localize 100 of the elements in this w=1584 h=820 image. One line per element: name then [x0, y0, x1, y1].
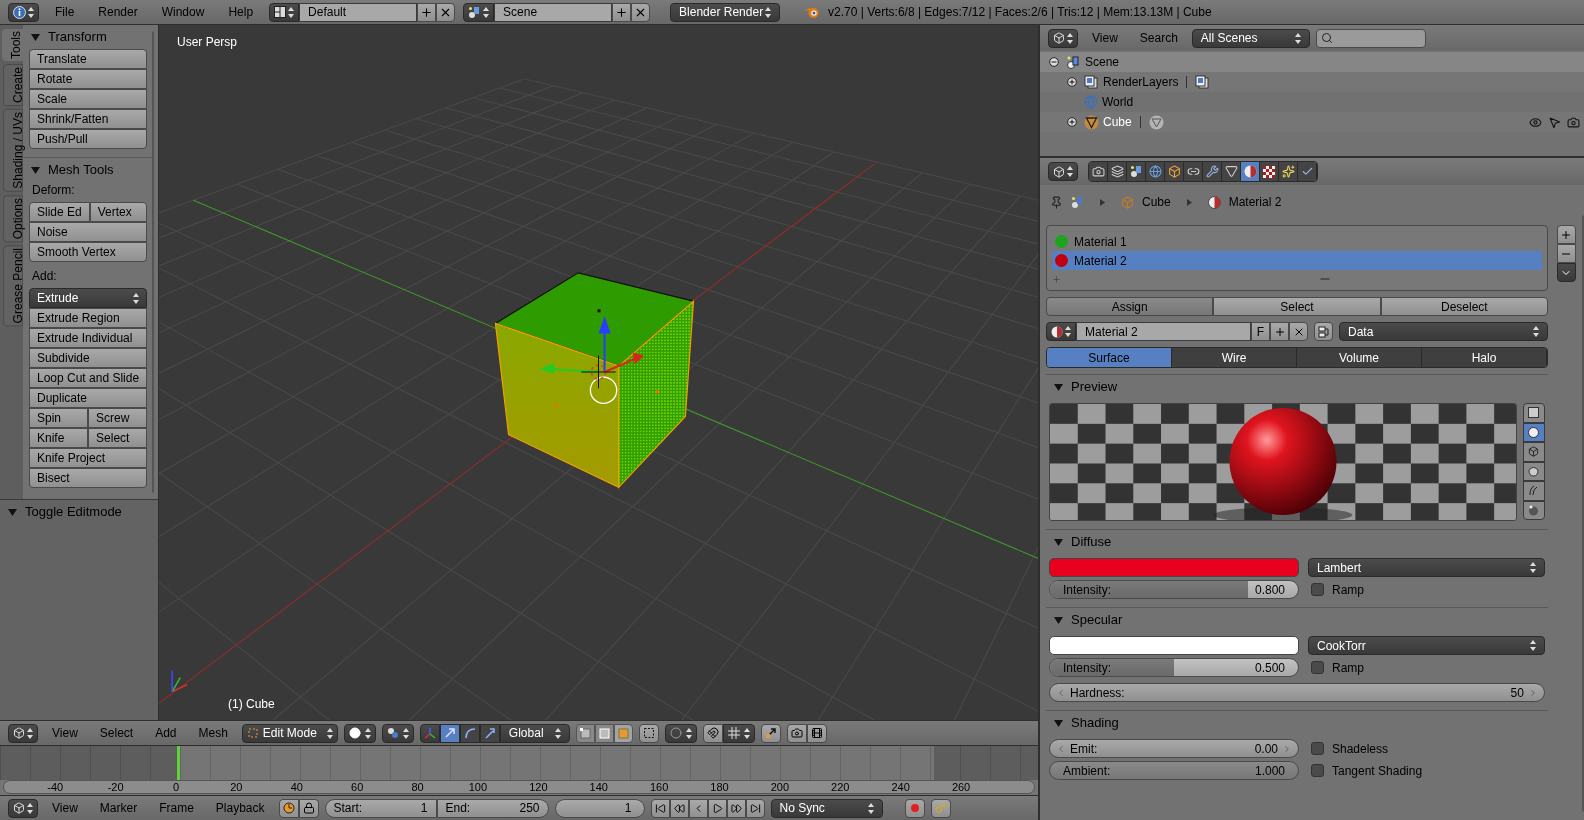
orientation-dropdown[interactable]: Global	[499, 723, 570, 743]
menu-item[interactable]: Mesh	[190, 727, 236, 739]
color-swatch[interactable]	[1049, 636, 1299, 655]
playback-button[interactable]	[707, 798, 727, 818]
playback-button[interactable]	[726, 798, 746, 818]
disclosure-triangle-icon[interactable]	[1054, 382, 1063, 392]
tool-button[interactable]: Knife	[29, 428, 89, 448]
tool-tab[interactable]: Tools	[2, 29, 23, 61]
record-button[interactable]	[904, 798, 925, 818]
manipulator-toggle[interactable]	[419, 723, 440, 743]
manipulator-button[interactable]	[459, 723, 480, 743]
3d-viewport[interactable]: User Persp (1) Cube	[159, 25, 1038, 720]
panel-title[interactable]: Specular	[1071, 610, 1123, 630]
close-button[interactable]	[631, 2, 651, 22]
shading-dropdown[interactable]	[343, 723, 376, 743]
properties-tab[interactable]	[1260, 162, 1279, 181]
panel-title[interactable]: Transform	[48, 27, 107, 47]
properties-tab[interactable]	[1222, 162, 1241, 181]
node-tree-button[interactable]	[1314, 322, 1333, 341]
checkbox[interactable]	[1311, 661, 1324, 674]
mode-dropdown[interactable]: Edit Mode	[241, 723, 338, 743]
stacked-pages-icon[interactable]	[1195, 74, 1211, 90]
tool-button[interactable]: Noise	[29, 222, 148, 242]
tool-button[interactable]: Select	[88, 428, 148, 448]
menu-item[interactable]: Window	[153, 6, 213, 18]
properties-tab[interactable]	[1241, 162, 1260, 181]
timeline-track[interactable]	[0, 746, 1038, 780]
menu-item[interactable]: Playback	[207, 802, 273, 814]
menu-item[interactable]: Search	[1131, 32, 1186, 44]
menu-item[interactable]: Help	[220, 6, 262, 18]
cube-drawing[interactable]	[494, 272, 695, 489]
editor-type-button[interactable]	[8, 798, 38, 818]
preview-shape-button[interactable]	[1522, 442, 1545, 462]
current-frame-field[interactable]: 1	[554, 798, 645, 818]
preview-shape-button[interactable]	[1522, 422, 1545, 442]
tool-button[interactable]: Smooth Vertex	[29, 242, 148, 262]
material-type-tab[interactable]: Surface	[1047, 348, 1172, 367]
properties-tab[interactable]	[1127, 162, 1146, 181]
tool-button[interactable]: Scale	[29, 89, 148, 109]
expand-icon[interactable]	[1067, 77, 1077, 87]
checkbox[interactable]	[1311, 583, 1324, 596]
material-slot[interactable]: Material 1	[1052, 232, 1542, 251]
disclosure-triangle-icon[interactable]	[1054, 615, 1063, 625]
checkbox-label[interactable]: Ramp	[1332, 583, 1364, 596]
panel-title[interactable]: Mesh Tools	[48, 160, 114, 180]
slot-action-button[interactable]: Select	[1213, 297, 1381, 316]
menu-item[interactable]: Render	[90, 6, 146, 18]
frame-ruler[interactable]: -40 -20 0 20 40 60 80 100 120 140 160 180 200 220 240 260	[3, 780, 1035, 794]
tool-button[interactable]: Knife Project	[29, 448, 148, 468]
outliner-row[interactable]: Scene	[1040, 52, 1584, 72]
tool-button[interactable]: Loop Cut and Slide	[29, 368, 148, 388]
name-field[interactable]: Default	[299, 2, 418, 22]
checkbox-label[interactable]: Shadeless	[1332, 742, 1389, 755]
tool-button[interactable]: Push/Pull	[29, 129, 148, 149]
remove-slot-button[interactable]	[1556, 244, 1576, 263]
manipulator-drawing[interactable]	[539, 316, 644, 404]
checkbox-label[interactable]: Ramp	[1332, 661, 1364, 674]
camera-icon[interactable]	[1567, 115, 1580, 129]
manipulator-button[interactable]	[479, 723, 500, 743]
menu-item[interactable]: View	[1084, 32, 1126, 44]
tool-button[interactable]: Vertex	[89, 202, 148, 222]
add-button[interactable]	[417, 2, 437, 22]
occlude-toggle[interactable]	[638, 723, 659, 743]
value-slider[interactable]: Intensity: 0.500	[1049, 658, 1299, 677]
value-slider[interactable]: Intensity: 0.800	[1049, 580, 1299, 599]
eye-icon[interactable]	[1529, 115, 1542, 129]
panel-title[interactable]: Preview	[1071, 377, 1118, 397]
outliner-item-label[interactable]: Cube	[1103, 116, 1132, 128]
slot-action-button[interactable]: Assign	[1046, 297, 1214, 316]
preview-range-toggle[interactable]	[278, 798, 299, 818]
playback-button[interactable]	[650, 798, 670, 818]
tool-button[interactable]: Spin	[29, 408, 89, 428]
checkbox[interactable]	[1311, 742, 1324, 755]
add-button[interactable]	[612, 2, 632, 22]
editor-type-button[interactable]	[1048, 28, 1078, 48]
unlink-button[interactable]	[1289, 322, 1308, 341]
tool-button[interactable]: Subdivide	[29, 348, 148, 368]
menu-item[interactable]: View	[44, 802, 86, 814]
tool-button[interactable]: Bisect	[29, 468, 148, 488]
properties-tab[interactable]	[1165, 162, 1184, 181]
disclosure-triangle-icon[interactable]	[1054, 537, 1063, 547]
add-slot-button[interactable]	[1556, 225, 1576, 244]
manipulator-button[interactable]	[439, 723, 460, 743]
browse-button[interactable]	[269, 2, 300, 22]
render-engine-dropdown[interactable]: Blender Render	[670, 2, 781, 22]
outliner-item-label[interactable]: RenderLayers	[1103, 76, 1179, 88]
number-field[interactable]: Hardness: 50	[1049, 683, 1545, 702]
number-field[interactable]: Emit: 0.00	[1049, 739, 1299, 758]
menu-item[interactable]: Frame	[151, 802, 202, 814]
expand-icon[interactable]	[1067, 117, 1077, 127]
sync-dropdown[interactable]: No Sync	[770, 798, 883, 818]
playback-button[interactable]	[745, 798, 765, 818]
menu-item[interactable]: Marker	[91, 802, 146, 814]
properties-tab[interactable]	[1146, 162, 1165, 181]
menu-item[interactable]: File	[47, 6, 83, 18]
select-mode-button[interactable]	[575, 723, 595, 743]
link-dropdown[interactable]: Data	[1339, 322, 1548, 341]
checkbox-label[interactable]: Tangent Shading	[1332, 764, 1423, 777]
shader-dropdown[interactable]: Lambert	[1308, 558, 1545, 577]
outliner-row[interactable]: RenderLayers	[1040, 72, 1584, 92]
